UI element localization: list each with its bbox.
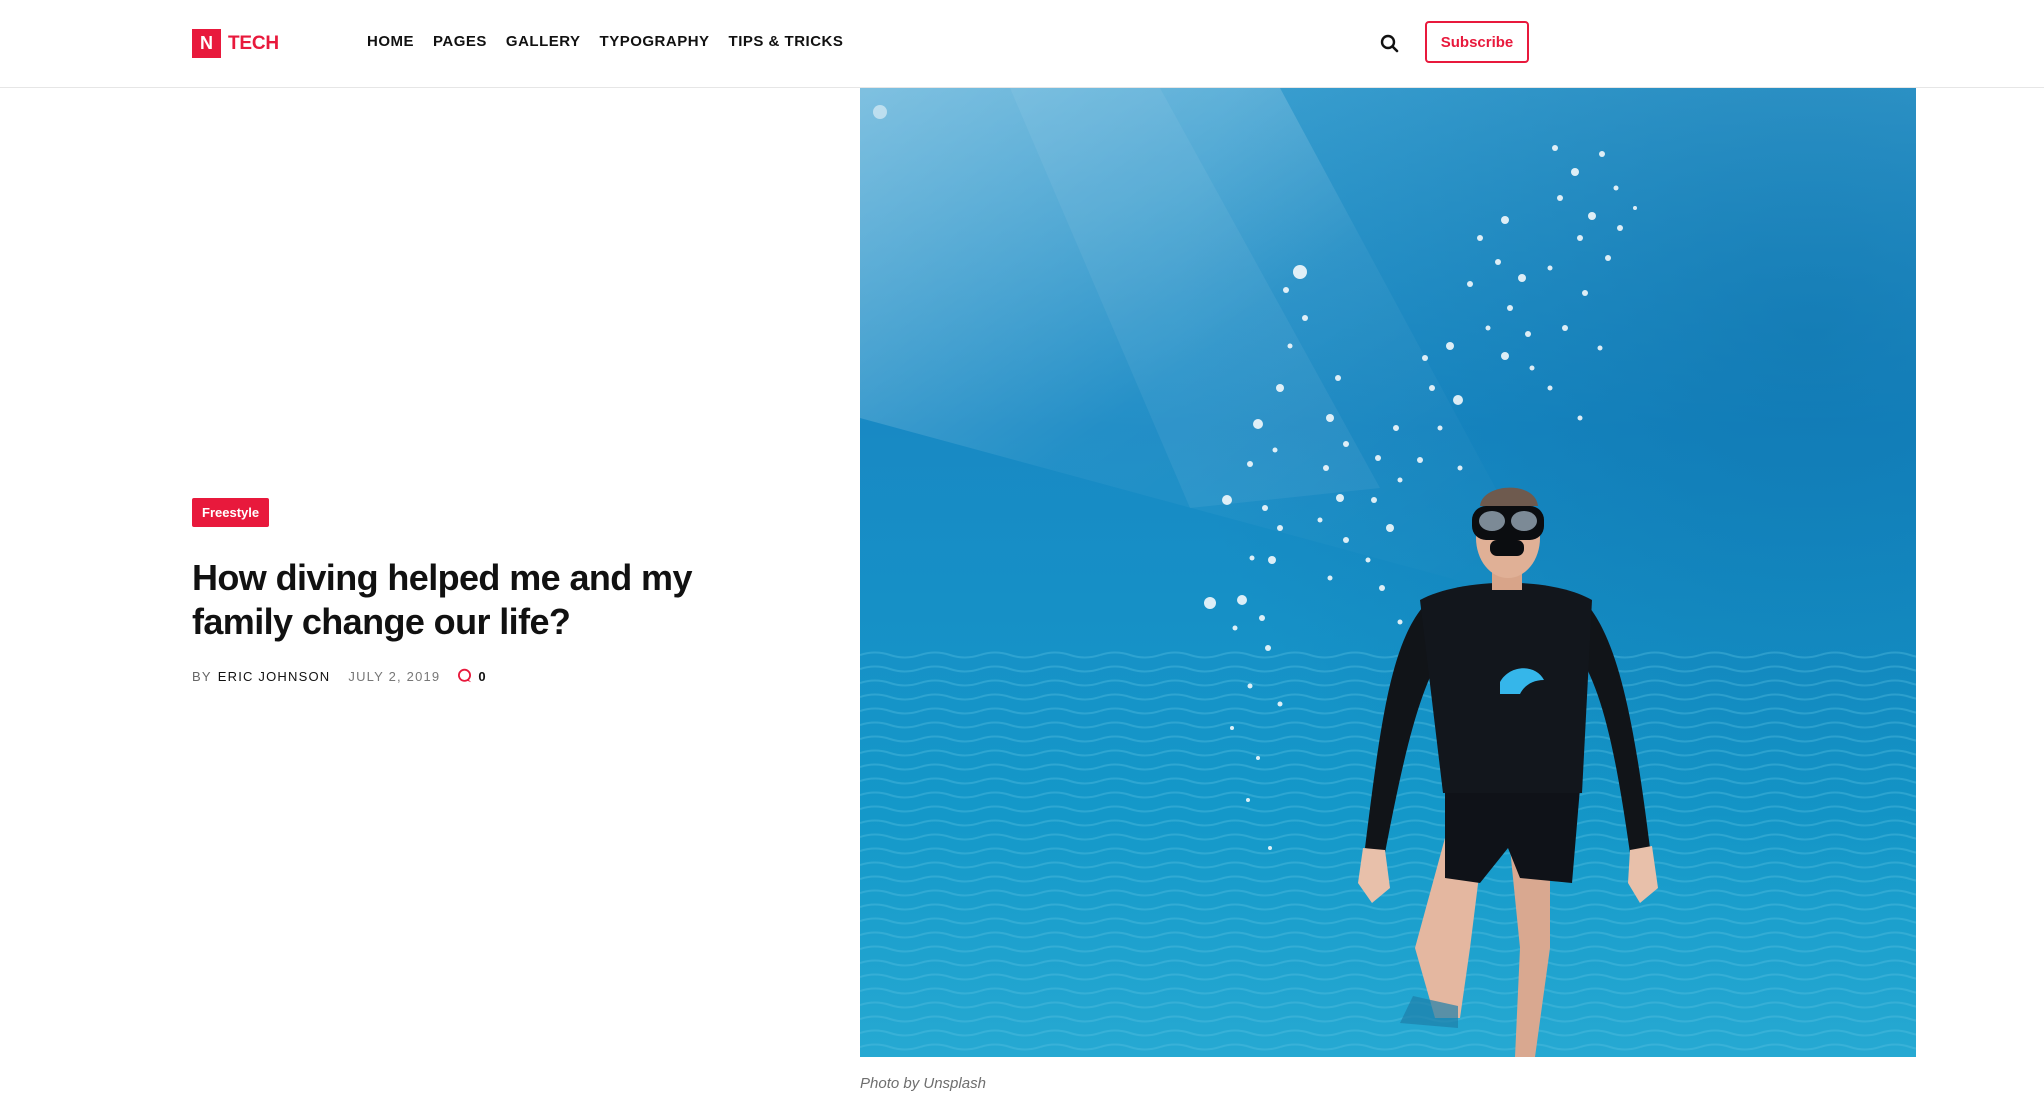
category-badge[interactable]: Freestyle — [192, 498, 270, 527]
meta-date: JULY 2, 2019 — [348, 668, 441, 684]
nav-item-pages[interactable]: PAGES — [433, 33, 487, 50]
main-nav: HOME PAGES GALLERY TYPOGRAPHY TIPS & TRI… — [367, 33, 843, 50]
meta-author[interactable]: ERIC JOHNSON — [218, 669, 331, 684]
search-icon[interactable] — [1379, 33, 1401, 55]
site-logo[interactable]: N TECH — [192, 29, 279, 58]
logo-text: TECH — [228, 32, 279, 54]
nav-item-tips-tricks[interactable]: TIPS & TRICKS — [729, 33, 844, 50]
underwater-diver-photo[interactable] — [860, 88, 1916, 1057]
article-title[interactable]: How diving helped me and my family chang… — [192, 556, 752, 644]
article-meta: BY ERIC JOHNSON JULY 2, 2019 0 — [192, 668, 487, 684]
subscribe-button[interactable]: Subscribe — [1425, 21, 1529, 63]
comment-icon — [458, 668, 472, 683]
site-header: N TECH HOME PAGES GALLERY TYPOGRAPHY TIP… — [0, 0, 2044, 88]
comments-count: 0 — [478, 668, 487, 684]
nav-item-home[interactable]: HOME — [367, 33, 414, 50]
nav-item-typography[interactable]: TYPOGRAPHY — [600, 33, 710, 50]
nav-item-gallery[interactable]: GALLERY — [506, 33, 581, 50]
comments-link[interactable]: 0 — [457, 668, 486, 684]
photo-caption: Photo by Unsplash — [860, 1075, 986, 1092]
logo-mark: N — [192, 29, 221, 58]
meta-by-label: BY — [192, 668, 212, 684]
